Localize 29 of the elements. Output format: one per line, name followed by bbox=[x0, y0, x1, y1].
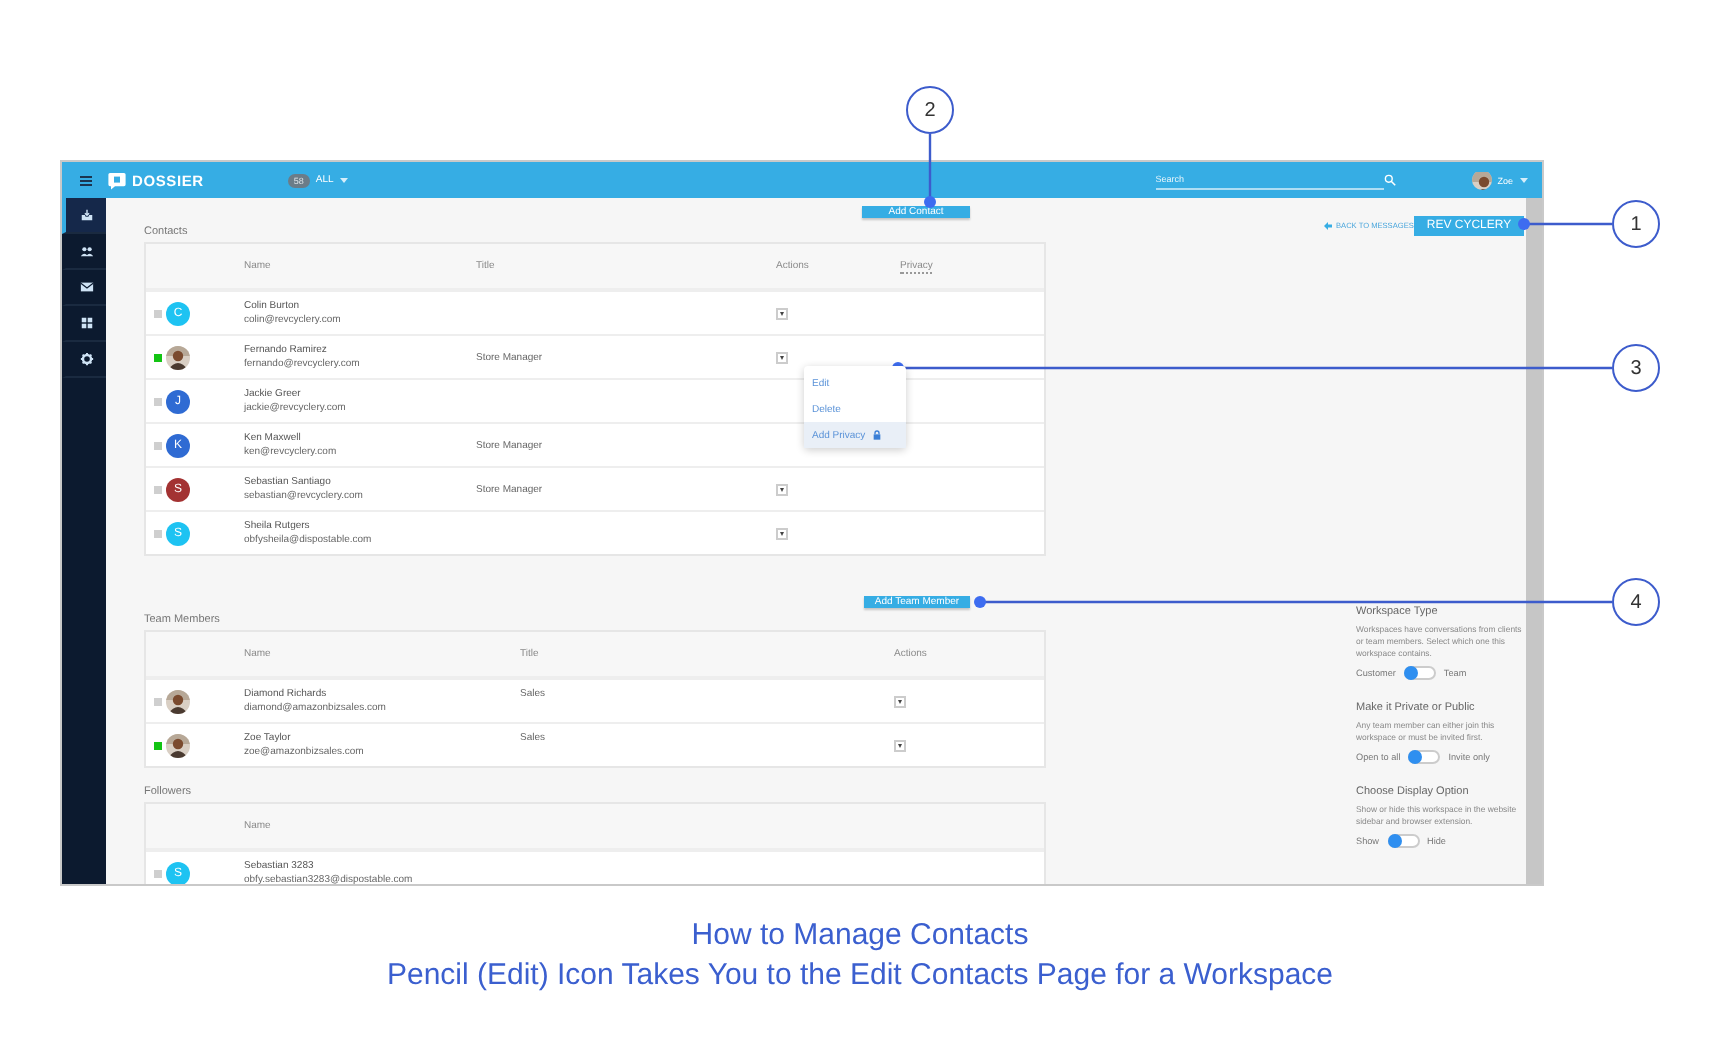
toggle-switch[interactable] bbox=[1408, 750, 1441, 764]
dropdown-button[interactable] bbox=[776, 527, 788, 539]
callout-number: 1 bbox=[1612, 200, 1660, 248]
dropdown-button[interactable] bbox=[776, 351, 788, 363]
people-icon bbox=[79, 244, 93, 258]
dropdown-button[interactable] bbox=[894, 695, 906, 707]
dropdown-button[interactable] bbox=[894, 739, 906, 751]
callout-number: 2 bbox=[906, 86, 954, 134]
sidebar-item[interactable] bbox=[62, 198, 106, 234]
callout-number: 3 bbox=[1612, 344, 1660, 392]
chat-bubble-icon bbox=[108, 171, 126, 189]
settings-icon bbox=[79, 352, 93, 366]
search-icon[interactable] bbox=[1383, 174, 1396, 186]
inbox-icon bbox=[79, 208, 93, 222]
toggle-switch[interactable] bbox=[1403, 666, 1436, 680]
menu-icon[interactable] bbox=[80, 175, 92, 185]
caption-title: How to Manage Contacts bbox=[689, 916, 1031, 956]
mail-icon bbox=[79, 280, 93, 294]
callout-number: 4 bbox=[1612, 578, 1660, 626]
scrollbar[interactable] bbox=[1526, 198, 1542, 884]
arrow-icon bbox=[1324, 222, 1332, 230]
dropdown-button[interactable] bbox=[776, 483, 788, 495]
grid-icon bbox=[79, 316, 93, 330]
toggle-switch[interactable] bbox=[1387, 834, 1419, 848]
leader-line bbox=[1518, 218, 1612, 230]
leader-line bbox=[924, 134, 936, 208]
lock-icon bbox=[871, 430, 882, 440]
dropdown-button[interactable] bbox=[776, 307, 788, 319]
caption-subtitle: Pencil (Edit) Icon Takes You to the Edit Contacts Page for a Workspace bbox=[384, 956, 1336, 996]
